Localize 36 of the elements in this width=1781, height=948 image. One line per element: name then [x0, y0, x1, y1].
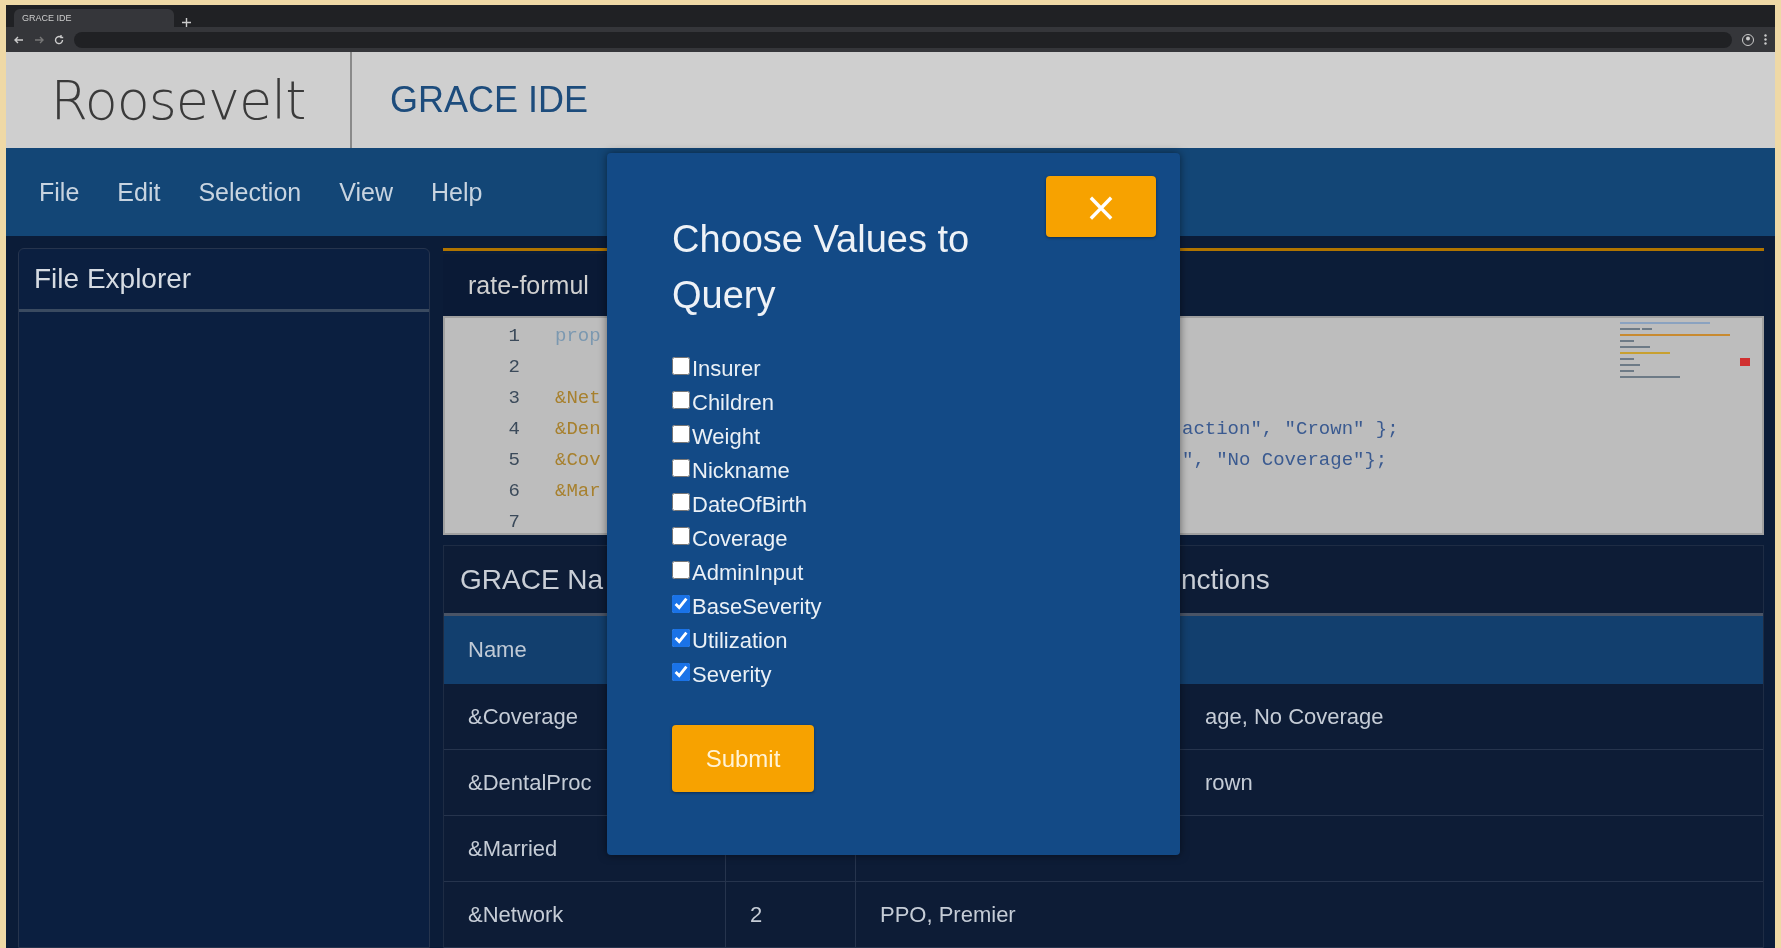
line-number: 5	[507, 448, 520, 471]
tab-title: GRACE IDE	[22, 13, 72, 23]
line-number: 7	[507, 510, 520, 533]
table-cell-text: PPO, Premier	[879, 900, 1017, 929]
code-text: prop	[555, 324, 601, 347]
line-number: 3	[507, 386, 520, 409]
checkbox-label: BaseSeverity	[692, 594, 822, 620]
line-number: 2	[507, 355, 520, 378]
code-text: action", "Crown" };	[1182, 417, 1400, 440]
line-number: 6	[507, 479, 520, 502]
code-text: &Net	[555, 386, 601, 409]
checkbox-label: Utilization	[692, 628, 788, 654]
panel-title: nctions	[1181, 563, 1270, 596]
checkbox-label: Children	[692, 390, 774, 416]
code-text: &Mar	[555, 479, 601, 502]
checkbox-label: Insurer	[692, 356, 761, 382]
line-number: 4	[507, 417, 520, 440]
dialog-title: Choose Values to Query	[672, 217, 971, 318]
checkbox-label: Weight	[692, 424, 761, 450]
column-header: Name	[467, 637, 527, 663]
code-text: &Cov	[555, 448, 601, 471]
line-number: 1	[507, 324, 520, 347]
checkbox-label: Coverage	[692, 526, 788, 552]
panel-title: GRACE Na	[460, 563, 604, 596]
code-text: ", "No Coverage"};	[1182, 448, 1389, 471]
checkbox-label: Nickname	[692, 458, 790, 484]
code-text: &Den	[555, 417, 601, 440]
table-cell-text: age, No Coverage	[1204, 702, 1385, 731]
app-title: GRACE IDE	[389, 78, 589, 122]
panel-title: File Explorer	[19, 249, 429, 312]
table-cell-text: rown	[1204, 768, 1254, 797]
table-cell: &Network	[444, 882, 726, 947]
table-cell: 2	[726, 882, 856, 947]
logo: Roosevelt	[49, 67, 307, 134]
checkbox-label: AdminInput	[692, 560, 804, 586]
checkbox-label: DateOfBirth	[692, 492, 807, 518]
